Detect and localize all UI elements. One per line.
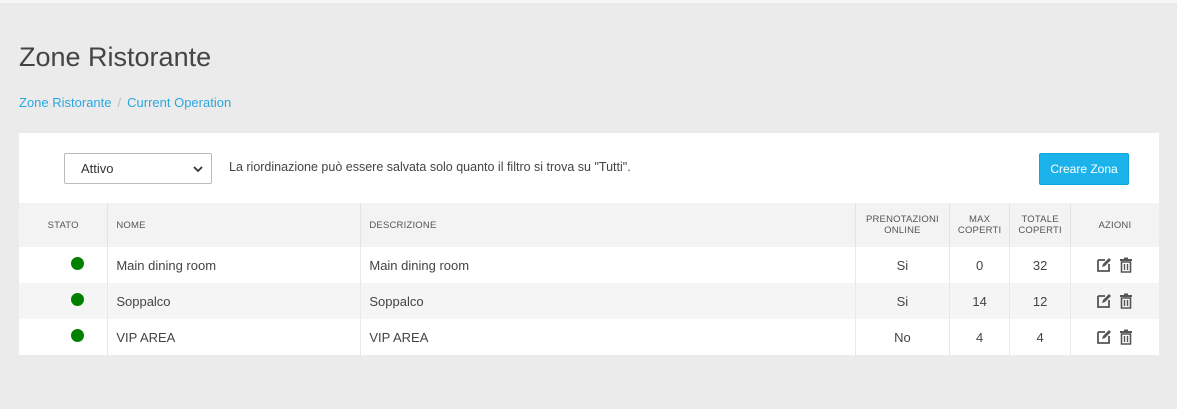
create-zone-button[interactable]: Creare Zona: [1039, 153, 1129, 185]
zone-max-covers: 14: [949, 283, 1011, 319]
chevron-down-icon: [193, 154, 203, 196]
header-descrizione[interactable]: DESCRIZIONE: [360, 203, 856, 247]
table-row[interactable]: Soppalco Soppalco Si 14 12: [19, 283, 1159, 319]
edit-icon[interactable]: [1096, 329, 1112, 345]
status-filter-value: Attivo: [81, 161, 114, 176]
status-cell: [19, 283, 109, 319]
header-prenotazioni-online[interactable]: PRENOTAZIONI ONLINE: [855, 203, 950, 247]
header-totale-line2: COPERTI: [1018, 225, 1062, 236]
header-stato[interactable]: STATO: [19, 203, 109, 247]
status-cell: [19, 319, 109, 355]
zone-online-booking: Si: [855, 247, 950, 283]
header-totale-coperti[interactable]: TOTALE COPERTI: [1009, 203, 1071, 247]
zone-name: Main dining room: [107, 247, 362, 283]
table-row[interactable]: Main dining room Main dining room Si 0 3…: [19, 247, 1159, 283]
page-title: Zone Ristorante: [19, 42, 212, 72]
zone-max-covers: 0: [949, 247, 1011, 283]
status-dot: [71, 257, 84, 270]
breadcrumb-separator: /: [117, 95, 122, 110]
header-prenotazioni-line1: PRENOTAZIONI: [865, 214, 939, 225]
zone-description: Main dining room: [360, 247, 856, 283]
zones-card: Attivo La riordinazione può essere salva…: [19, 133, 1159, 355]
header-max-coperti[interactable]: MAX COPERTI: [949, 203, 1011, 247]
status-dot: [71, 329, 84, 342]
zone-max-covers: 4: [949, 319, 1011, 355]
breadcrumb-zone-ristorante[interactable]: Zone Ristorante: [19, 95, 112, 110]
reorder-note: La riordinazione può essere salvata solo…: [229, 160, 631, 174]
trash-icon[interactable]: [1118, 329, 1134, 345]
table-row[interactable]: VIP AREA VIP AREA No 4 4: [19, 319, 1159, 355]
trash-icon[interactable]: [1118, 293, 1134, 309]
header-azioni: AZIONI: [1070, 203, 1159, 247]
zone-description: VIP AREA: [360, 319, 856, 355]
actions-cell: [1070, 283, 1159, 319]
actions-cell: [1070, 247, 1159, 283]
breadcrumb-current-operation[interactable]: Current Operation: [127, 95, 231, 110]
zone-total-covers: 32: [1009, 247, 1071, 283]
status-cell: [19, 247, 109, 283]
table-header-row: STATO NOME DESCRIZIONE PRENOTAZIONI ONLIN…: [19, 203, 1159, 247]
edit-icon[interactable]: [1096, 293, 1112, 309]
header-max-line1: MAX: [969, 214, 991, 225]
breadcrumb: Zone Ristorante / Current Operation: [19, 95, 231, 110]
zone-name: Soppalco: [107, 283, 362, 319]
zone-online-booking: No: [855, 319, 950, 355]
actions-cell: [1070, 319, 1159, 355]
zone-total-covers: 4: [1009, 319, 1071, 355]
status-filter-select[interactable]: Attivo: [64, 153, 212, 184]
status-dot: [71, 293, 84, 306]
header-prenotazioni-line2: ONLINE: [884, 225, 921, 236]
zone-total-covers: 12: [1009, 283, 1071, 319]
trash-icon[interactable]: [1118, 257, 1134, 273]
header-nome[interactable]: NOME: [107, 203, 362, 247]
zone-name: VIP AREA: [107, 319, 362, 355]
edit-icon[interactable]: [1096, 257, 1112, 273]
top-strip: [0, 0, 1177, 3]
header-max-line2: COPERTI: [957, 225, 1002, 236]
toolbar: Attivo La riordinazione può essere salva…: [19, 133, 1159, 203]
zone-online-booking: Si: [855, 283, 950, 319]
zone-description: Soppalco: [360, 283, 856, 319]
header-totale-line1: TOTALE: [1021, 214, 1059, 225]
zones-table: STATO NOME DESCRIZIONE PRENOTAZIONI ONLIN…: [19, 203, 1159, 355]
